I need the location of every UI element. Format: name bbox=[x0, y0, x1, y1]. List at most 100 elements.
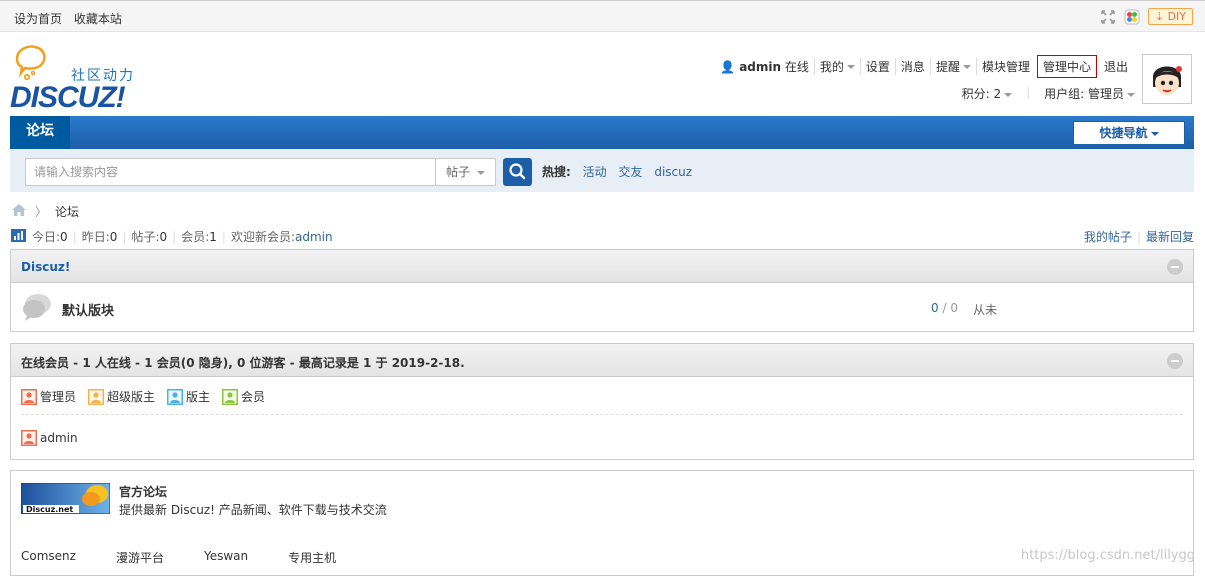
forum-bubble-icon bbox=[21, 291, 53, 326]
logout-link[interactable]: 退出 bbox=[1099, 58, 1133, 75]
legend-label: 会员 bbox=[241, 390, 266, 404]
chevron-down-icon bbox=[1127, 92, 1135, 97]
online-header: 在线会员 - 1 人在线 - 1 会员(0 隐身), 0 位游客 - 最高记录是… bbox=[11, 344, 1193, 377]
my-posts-link[interactable]: 我的帖子 bbox=[1084, 230, 1132, 244]
diy-button[interactable]: ⇣ DIY bbox=[1147, 8, 1193, 25]
chevron-down-icon bbox=[1004, 92, 1013, 97]
search-button[interactable] bbox=[503, 158, 532, 186]
official-forum-title[interactable]: 官方论坛 bbox=[119, 483, 167, 500]
friend-link[interactable]: 漫游平台 bbox=[116, 549, 164, 566]
notifications-menu[interactable]: 提醒 bbox=[931, 57, 977, 75]
settings-link[interactable]: 设置 bbox=[861, 57, 896, 75]
user-icon: 👤 bbox=[720, 59, 736, 74]
usergroup-label: 用户组: 管理员 bbox=[1044, 87, 1124, 101]
admin-user-icon bbox=[21, 388, 37, 405]
online-title[interactable]: 在线会员 - 1 人在线 - 1 会员(0 隐身), 0 位游客 - 最高记录是… bbox=[21, 354, 465, 371]
friend-link[interactable]: Comsenz bbox=[21, 549, 76, 566]
my-menu[interactable]: 我的 bbox=[815, 57, 861, 75]
user-menu: 👤 admin 在线 我的 设置 消息 提醒 模块管理 管理中心 退出 bbox=[715, 54, 1133, 78]
member-legend: 管理员 超级版主 版主 会员 bbox=[21, 388, 265, 405]
category-title[interactable]: Discuz! bbox=[21, 260, 70, 274]
username: admin bbox=[739, 59, 782, 74]
credits-menu[interactable]: 积分: 2 bbox=[962, 85, 1013, 102]
official-forum-desc: 提供最新 Discuz! 产品新闻、软件下载与技术交流 bbox=[119, 503, 387, 517]
legend-member: 会员 bbox=[222, 388, 265, 405]
friend-link[interactable]: Yeswan bbox=[204, 549, 248, 566]
top-links: 设为首页 收藏本站 bbox=[14, 10, 130, 27]
messages-link[interactable]: 消息 bbox=[896, 57, 931, 75]
site-logo[interactable]: 社区动力 DISCUZ! bbox=[10, 43, 145, 114]
online-members-box: 在线会员 - 1 人在线 - 1 会员(0 隐身), 0 位游客 - 最高记录是… bbox=[10, 343, 1194, 460]
friend-links: Comsenz 漫游平台 Yeswan 专用主机 bbox=[21, 549, 376, 566]
legend-super-moderator: 超级版主 bbox=[88, 388, 155, 405]
usergroup-menu[interactable]: 用户组: 管理员 bbox=[1044, 85, 1135, 102]
divider: | bbox=[72, 229, 77, 244]
forum-stats: 今日: 0 | 昨日: 0 | 帖子: 0 | 会员: 1 | 欢迎新会员: admin bbox=[11, 228, 333, 245]
search-scope-select[interactable]: 帖子 bbox=[435, 158, 496, 186]
thread-count: 0 bbox=[931, 301, 939, 315]
welcome-label: 欢迎新会员: bbox=[230, 230, 295, 244]
module-manage-link[interactable]: 模块管理 bbox=[977, 58, 1035, 75]
hot-term[interactable]: discuz bbox=[654, 165, 692, 179]
legend-admin: 管理员 bbox=[21, 388, 76, 405]
legend-label: 管理员 bbox=[40, 390, 77, 404]
set-home-link[interactable]: 设为首页 bbox=[14, 12, 62, 26]
quick-nav-label: 快捷导航 bbox=[1099, 126, 1148, 140]
moderator-user-icon bbox=[167, 388, 184, 405]
chevron-down-icon bbox=[846, 65, 855, 69]
fullscreen-icon[interactable] bbox=[1100, 9, 1116, 25]
yesterday-label: 昨日: bbox=[81, 230, 110, 244]
admin-center-link[interactable]: 管理中心 bbox=[1036, 54, 1097, 78]
notifications-label: 提醒 bbox=[935, 59, 960, 74]
admin-user-icon bbox=[21, 430, 37, 446]
posts-count: 0 bbox=[159, 229, 168, 244]
yesterday-count: 0 bbox=[109, 229, 118, 244]
tab-forum[interactable]: 论坛 bbox=[10, 116, 70, 149]
user-link[interactable]: 👤 admin 在线 bbox=[715, 57, 815, 75]
latest-replies-link[interactable]: 最新回复 bbox=[1146, 230, 1194, 244]
members-count: 1 bbox=[209, 229, 217, 244]
style-palette-icon[interactable] bbox=[1124, 9, 1140, 25]
hot-term[interactable]: 交友 bbox=[618, 165, 642, 179]
chevron-down-icon bbox=[477, 171, 485, 175]
home-icon[interactable] bbox=[11, 203, 27, 220]
svg-text:Discuz.net: Discuz.net bbox=[26, 505, 73, 514]
friend-links-box: Discuz.net 官方论坛 提供最新 Discuz! 产品新闻、软件下载与技… bbox=[10, 470, 1194, 576]
chevron-down-icon bbox=[962, 65, 971, 69]
post-links: 我的帖子 | 最新回复 bbox=[1084, 228, 1194, 245]
download-arrow-icon: ⇣ bbox=[1154, 10, 1165, 23]
diy-label: DIY bbox=[1167, 10, 1186, 23]
speech-bubble-logo-icon bbox=[15, 45, 46, 81]
members-label: 会员: bbox=[181, 230, 210, 244]
watermark: https://blog.csdn.net/lilygg bbox=[1020, 548, 1195, 563]
quick-nav-button[interactable]: 快捷导航 bbox=[1073, 121, 1185, 145]
official-forum-logo[interactable]: Discuz.net bbox=[20, 482, 111, 515]
newest-member-link[interactable]: admin bbox=[295, 230, 333, 244]
stats-chart-icon bbox=[11, 228, 26, 245]
hot-term[interactable]: 活动 bbox=[583, 165, 607, 179]
top-bar: 设为首页 收藏本站 ⇣ DIY bbox=[0, 0, 1205, 32]
avatar[interactable] bbox=[1142, 54, 1192, 104]
category-header: Discuz! bbox=[11, 250, 1193, 283]
legend-label: 版主 bbox=[186, 390, 211, 404]
forum-name-link[interactable]: 默认版块 bbox=[62, 300, 114, 319]
online-username: admin bbox=[40, 431, 78, 445]
search-scope-label: 帖子 bbox=[446, 165, 471, 179]
divider bbox=[21, 414, 1183, 415]
collapse-icon[interactable] bbox=[1167, 259, 1183, 275]
search-icon bbox=[509, 163, 526, 180]
logo-brand: DISCUZ! bbox=[10, 81, 126, 114]
divider: | bbox=[1136, 230, 1141, 244]
divider: | bbox=[221, 229, 226, 244]
online-user-admin[interactable]: admin bbox=[21, 430, 78, 446]
credits-label: 积分: 2 bbox=[961, 87, 1002, 101]
posts-label: 帖子: bbox=[131, 230, 160, 244]
search-input[interactable]: 请输入搜索内容 bbox=[25, 158, 437, 186]
bookmark-link[interactable]: 收藏本站 bbox=[74, 12, 122, 26]
breadcrumb: 〉 论坛 bbox=[11, 203, 79, 220]
main-nav: 论坛 快捷导航 bbox=[10, 116, 1194, 149]
collapse-icon[interactable] bbox=[1167, 353, 1183, 369]
friend-link[interactable]: 专用主机 bbox=[288, 549, 336, 566]
search-bar: 请输入搜索内容 帖子 热搜: 活动 交友 discuz bbox=[10, 149, 1194, 192]
forum-counts: 0 / 0 bbox=[931, 301, 958, 315]
